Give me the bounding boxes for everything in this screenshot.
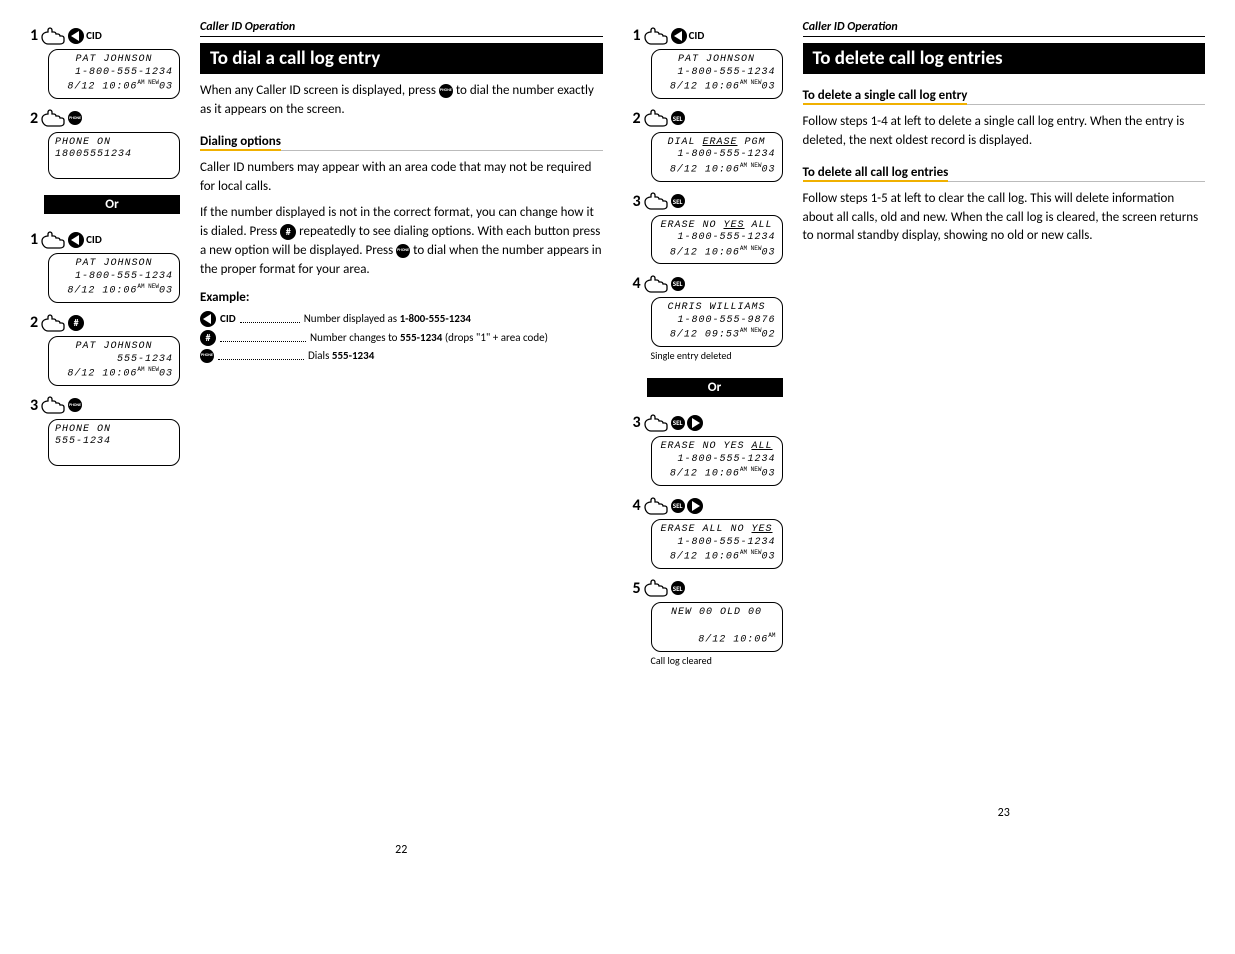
phone-button-icon: PHONE xyxy=(68,111,82,125)
hand-icon xyxy=(643,109,669,127)
sel-button-icon: SEL xyxy=(671,194,685,208)
section-title: To dial a call log entry xyxy=(200,43,603,74)
play-next-icon xyxy=(687,415,703,431)
example-row: # Number changes to 555-1234 (drops "1" … xyxy=(200,330,603,346)
breadcrumb: Caller ID Operation xyxy=(803,20,1206,37)
hand-icon xyxy=(643,497,669,515)
hash-button-icon: # xyxy=(68,315,84,331)
lcd-screen: NEW 00 OLD 00 8/12 10:06AM xyxy=(651,602,783,652)
step-r3: 3 SEL ERASE NO YES ALL 1-800-555-1234 8/… xyxy=(633,192,783,265)
cid-prev-icon xyxy=(68,232,84,248)
left-sidebar-steps: 1 CID PAT JOHNSON 1-800-555-1234 8/12 10… xyxy=(30,20,180,857)
step-r5: 5 SEL NEW 00 OLD 00 8/12 10:06AM Call lo… xyxy=(633,579,783,667)
sel-button-icon: SEL xyxy=(671,416,685,430)
or-divider: Or xyxy=(44,195,180,214)
lcd-screen: PAT JOHNSON 1-800-555-1234 8/12 10:06AM … xyxy=(48,49,180,99)
phone-button-icon: PHONE xyxy=(396,244,410,258)
right-sidebar-steps: 1 CID PAT JOHNSON 1-800-555-1234 8/12 10… xyxy=(633,20,783,857)
lcd-screen: CHRIS WILLIAMS 1-800-555-9876 8/12 09:53… xyxy=(651,297,783,347)
lcd-screen: PAT JOHNSON 1-800-555-1234 8/12 10:06AM … xyxy=(48,253,180,303)
step-r1: 1 CID PAT JOHNSON 1-800-555-1234 8/12 10… xyxy=(633,26,783,99)
step-number: 1 xyxy=(30,26,38,45)
sel-button-icon: SEL xyxy=(671,277,685,291)
cid-prev-icon xyxy=(671,28,687,44)
hand-icon xyxy=(40,396,66,414)
page-number: 23 xyxy=(803,806,1206,820)
manual-spread: 1 CID PAT JOHNSON 1-800-555-1234 8/12 10… xyxy=(30,20,1205,857)
right-main-content: Caller ID Operation To delete call log e… xyxy=(803,20,1206,857)
cid-label: CID xyxy=(689,29,705,42)
lcd-screen: ERASE ALL NO YES 1-800-555-1234 8/12 10:… xyxy=(651,519,783,569)
page-23: 1 CID PAT JOHNSON 1-800-555-1234 8/12 10… xyxy=(633,20,1206,857)
lcd-screen: PHONE ON 555-1234 xyxy=(48,419,180,467)
cid-prev-icon xyxy=(200,311,216,327)
or-divider: Or xyxy=(647,378,783,397)
cid-label: CID xyxy=(86,29,102,42)
section-title: To delete call log entries xyxy=(803,43,1206,74)
example-row: CID Number displayed as 1-800-555-1234 xyxy=(200,311,603,327)
subheading-delete-single: To delete a single call log entry xyxy=(803,88,968,105)
cid-label: CID xyxy=(220,312,236,325)
example-row: PHONE Dials 555-1234 xyxy=(200,349,603,363)
hand-icon xyxy=(40,314,66,332)
body-text: If the number displayed is not in the co… xyxy=(200,204,603,279)
hash-button-icon: # xyxy=(280,224,296,240)
phone-button-icon: PHONE xyxy=(439,84,453,98)
step-b1: 1 CID PAT JOHNSON 1-800-555-1234 8/12 10… xyxy=(30,230,180,303)
subheading-delete-all: To delete all call log entries xyxy=(803,165,949,182)
hand-icon xyxy=(40,27,66,45)
sel-button-icon: SEL xyxy=(671,499,685,513)
hash-button-icon: # xyxy=(200,330,216,346)
step-b3: 3 PHONE PHONE ON 555-1234 xyxy=(30,396,180,467)
cid-label: CID xyxy=(86,233,102,246)
lcd-screen: PAT JOHNSON 1-800-555-1234 8/12 10:06AM … xyxy=(651,49,783,99)
hand-icon xyxy=(40,231,66,249)
sel-button-icon: SEL xyxy=(671,581,685,595)
example-label: Example: xyxy=(200,290,603,305)
left-main-content: Caller ID Operation To dial a call log e… xyxy=(200,20,603,857)
sel-button-icon: SEL xyxy=(671,111,685,125)
cid-prev-icon xyxy=(68,28,84,44)
phone-button-icon: PHONE xyxy=(200,349,214,363)
step-r4b: 4 SEL ERASE ALL NO YES 1-800-555-1234 8/… xyxy=(633,496,783,569)
hand-icon xyxy=(643,275,669,293)
step-r2: 2 SEL DIAL ERASE PGM 1-800-555-1234 8/12… xyxy=(633,109,783,182)
lcd-screen: DIAL ERASE PGM 1-800-555-1234 8/12 10:06… xyxy=(651,132,783,182)
lcd-screen: PHONE ON 18005551234 xyxy=(48,132,180,180)
screen-caption: Single entry deleted xyxy=(651,349,783,362)
page-22: 1 CID PAT JOHNSON 1-800-555-1234 8/12 10… xyxy=(30,20,603,857)
screen-caption: Call log cleared xyxy=(651,654,783,667)
subheading-dialing-options: Dialing options xyxy=(200,134,281,151)
hand-icon xyxy=(40,109,66,127)
play-next-icon xyxy=(687,498,703,514)
hand-icon xyxy=(643,579,669,597)
lcd-screen: PAT JOHNSON 555-1234 8/12 10:06AM NEW03 xyxy=(48,336,180,386)
breadcrumb: Caller ID Operation xyxy=(200,20,603,37)
step-number: 1 xyxy=(30,230,38,249)
step-number: 3 xyxy=(30,396,38,415)
step-b2: 2 # PAT JOHNSON 555-1234 8/12 10:06AM NE… xyxy=(30,313,180,386)
phone-button-icon: PHONE xyxy=(68,398,82,412)
hand-icon xyxy=(643,414,669,432)
step-a1: 1 CID PAT JOHNSON 1-800-555-1234 8/12 10… xyxy=(30,26,180,99)
body-text: Caller ID numbers may appear with an are… xyxy=(200,159,603,197)
step-number: 2 xyxy=(30,109,38,128)
hand-icon xyxy=(643,27,669,45)
step-a2: 2 PHONE PHONE ON 18005551234 xyxy=(30,109,180,180)
body-text: Follow steps 1-4 at left to delete a sin… xyxy=(803,113,1206,151)
body-text: Follow steps 1-5 at left to clear the ca… xyxy=(803,190,1206,247)
lcd-screen: ERASE NO YES ALL 1-800-555-1234 8/12 10:… xyxy=(651,215,783,265)
page-number: 22 xyxy=(200,843,603,857)
step-r4: 4 SEL CHRIS WILLIAMS 1-800-555-9876 8/12… xyxy=(633,274,783,362)
intro-text: When any Caller ID screen is displayed, … xyxy=(200,82,603,120)
step-number: 2 xyxy=(30,313,38,332)
hand-icon xyxy=(643,192,669,210)
step-r3b: 3 SEL ERASE NO YES ALL 1-800-555-1234 8/… xyxy=(633,413,783,486)
lcd-screen: ERASE NO YES ALL 1-800-555-1234 8/12 10:… xyxy=(651,436,783,486)
